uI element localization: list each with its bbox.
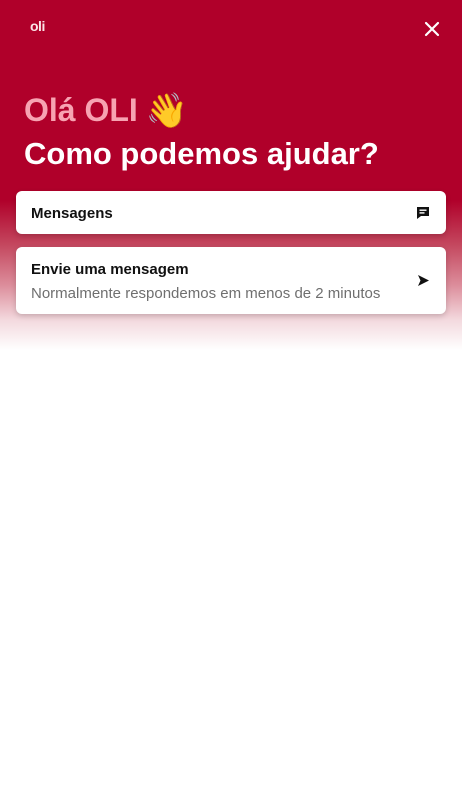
page-title: Como podemos ajudar? [24, 136, 379, 171]
chat-bubble-icon [416, 206, 430, 225]
send-arrow-icon [417, 274, 430, 292]
close-button[interactable] [420, 17, 444, 41]
send-message-subtitle: Normalmente respondemos em menos de 2 mi… [31, 285, 381, 302]
close-icon [424, 21, 440, 37]
brand-logo: oli [30, 18, 45, 34]
messages-card[interactable]: Mensagens [16, 191, 446, 234]
greeting: Olá OLI 👋 [24, 92, 188, 129]
send-message-card[interactable]: Envie uma mensagem Normalmente respondem… [16, 247, 446, 314]
wave-icon: 👋 [145, 91, 189, 130]
greeting-text: Olá OLI [24, 92, 138, 128]
send-message-title: Envie uma mensagem [31, 261, 189, 278]
messages-card-title: Mensagens [31, 205, 113, 222]
